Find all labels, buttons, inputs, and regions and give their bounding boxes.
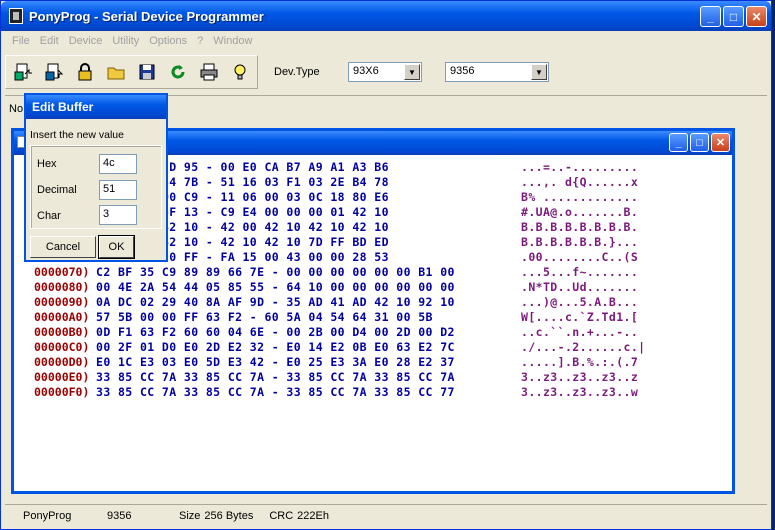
child-maximize-button[interactable]: □ — [690, 133, 709, 152]
device-model-select[interactable]: 9356 ▼ — [445, 62, 549, 82]
app-icon — [9, 8, 23, 24]
hex-bytes[interactable]: E0 1C E3 03 E0 5D E3 42 - E0 25 E3 3A E0… — [96, 355, 455, 369]
hex-row[interactable]: 0000090) 0A DC 02 29 40 8A AF 9D - 35 AD … — [14, 295, 732, 310]
open-device-icon[interactable] — [8, 58, 38, 86]
minimize-button[interactable]: _ — [700, 6, 721, 27]
hex-ascii[interactable]: ...)@...5.A.B... — [521, 295, 638, 309]
hint-bulb-icon[interactable] — [225, 58, 255, 86]
hex-bytes[interactable]: 57 5B 00 00 FF 63 F2 - 60 5A 04 54 64 31… — [96, 310, 433, 324]
main-window: PonyProg - Serial Device Programmer _ □ … — [0, 0, 772, 530]
ok-button[interactable]: OK — [98, 235, 135, 259]
device-family-select[interactable]: 93X6 ▼ — [348, 62, 422, 82]
hex-bytes[interactable]: 0D F1 63 F2 60 60 04 6E - 00 2B 00 D4 00… — [96, 325, 455, 339]
hex-address: 00000B0) — [34, 325, 90, 339]
hex-label: Hex — [37, 158, 57, 170]
hex-ascii[interactable]: 3..z3..z3..z3..z — [521, 370, 638, 384]
menu-help[interactable]: ? — [192, 35, 208, 47]
chevron-down-icon[interactable]: ▼ — [531, 64, 547, 80]
hex-bytes[interactable]: 33 85 CC 7A 33 85 CC 7A - 33 85 CC 7A 33… — [96, 370, 455, 384]
dialog-title[interactable]: Edit Buffer — [26, 95, 166, 119]
maximize-button[interactable]: □ — [723, 6, 744, 27]
status-bar: PonyProg 9356 Size 256 Bytes CRC 222Eh — [5, 504, 767, 526]
hex-bytes[interactable]: C2 BF 35 C9 89 89 66 7E - 00 00 00 00 00… — [96, 265, 455, 279]
hex-bytes[interactable]: 33 85 CC 7A 33 85 CC 7A - 33 85 CC 7A 33… — [96, 385, 455, 399]
background-info-text: No — [9, 103, 24, 115]
value-fields: Hex 4c Decimal 51 Char 3 — [30, 145, 162, 229]
hex-row[interactable]: 0000080) 00 4E 2A 54 44 05 85 55 - 64 10 … — [14, 280, 732, 295]
hex-row[interactable]: 00000C0) 00 2F 01 D0 E0 2D E2 32 - E0 14 … — [14, 340, 732, 355]
menu-edit[interactable]: Edit — [35, 35, 64, 47]
hex-bytes[interactable]: 00 4E 2A 54 44 05 85 55 - 64 10 00 00 00… — [96, 280, 455, 294]
hex-ascii[interactable]: B% ............. — [521, 190, 638, 204]
hex-bytes[interactable]: 0A DC 02 29 40 8A AF 9D - 35 AD 41 AD 42… — [96, 295, 455, 309]
char-input[interactable]: 3 — [99, 205, 137, 225]
hex-row[interactable]: 00000B0) 0D F1 63 F2 60 60 04 6E - 00 2B … — [14, 325, 732, 340]
hex-ascii[interactable]: .....].B.%.:.(.7 — [521, 355, 638, 369]
hex-ascii[interactable]: W[....c.`Z.Td1.[ — [521, 310, 638, 324]
status-crc-label: CRC — [269, 509, 294, 522]
title-bar[interactable]: PonyProg - Serial Device Programmer _ □ … — [1, 1, 771, 31]
device-family-value: 93X6 — [353, 65, 379, 77]
status-app: PonyProg — [23, 509, 72, 522]
save-device-icon[interactable] — [39, 58, 69, 86]
status-size-label: Size — [179, 509, 201, 522]
hex-row[interactable]: 00000A0) 57 5B 00 00 FF 63 F2 - 60 5A 04 … — [14, 310, 732, 325]
menu-bar: File Edit Device Utility Options ? Windo… — [1, 31, 771, 51]
hex-address: 0000070) — [34, 265, 90, 279]
hex-ascii[interactable]: B.B.B.B.B.B.B.B. — [521, 220, 638, 234]
window-title: PonyProg - Serial Device Programmer — [29, 8, 264, 24]
menu-device[interactable]: Device — [64, 35, 108, 47]
char-label: Char — [37, 210, 61, 222]
status-device: 9356 — [107, 509, 132, 522]
hex-address: 00000A0) — [34, 310, 90, 324]
menu-file[interactable]: File — [7, 35, 35, 47]
close-button[interactable]: ✕ — [746, 6, 767, 27]
hex-ascii[interactable]: ..c.``.n.+...-.. — [521, 325, 638, 339]
status-size-value: 256 Bytes — [204, 509, 254, 522]
hex-row[interactable]: 00000D0) E0 1C E3 03 E0 5D E3 42 - E0 25 … — [14, 355, 732, 370]
menu-options[interactable]: Options — [144, 35, 192, 47]
hex-address: 0000090) — [34, 295, 90, 309]
print-icon[interactable] — [194, 58, 224, 86]
cancel-button[interactable]: Cancel — [30, 236, 96, 258]
dev-type-label: Dev.Type — [274, 66, 320, 78]
hex-row[interactable]: 00000E0) 33 85 CC 7A 33 85 CC 7A - 33 85 … — [14, 370, 732, 385]
hex-row[interactable]: 00000F0) 33 85 CC 7A 33 85 CC 7A - 33 85 … — [14, 385, 732, 400]
hex-ascii[interactable]: #.UA@.o.......B. — [521, 205, 638, 219]
device-model-value: 9356 — [450, 65, 475, 77]
hex-ascii[interactable]: 3..z3..z3..z3..w — [521, 385, 638, 399]
hex-bytes[interactable]: 00 2F 01 D0 E0 2D E2 32 - E0 14 E2 0B E0… — [96, 340, 455, 354]
open-folder-icon[interactable] — [101, 58, 131, 86]
hex-ascii[interactable]: ./...-.2......c.| — [521, 340, 646, 354]
hex-address: 00000F0) — [34, 385, 90, 399]
hex-input[interactable]: 4c — [99, 154, 137, 174]
reload-icon[interactable] — [163, 58, 193, 86]
hex-row[interactable]: 0000070) C2 BF 35 C9 89 89 66 7E - 00 00 … — [14, 265, 732, 280]
menu-window[interactable]: Window — [208, 35, 257, 47]
status-crc-value: 222Eh — [297, 509, 329, 522]
hex-address: 00000E0) — [34, 370, 90, 384]
hex-ascii[interactable]: ...5...f~....... — [521, 265, 638, 279]
lock-icon[interactable] — [70, 58, 100, 86]
hex-address: 00000C0) — [34, 340, 90, 354]
child-minimize-button[interactable]: _ — [669, 133, 688, 152]
decimal-label: Decimal — [37, 184, 77, 196]
chevron-down-icon[interactable]: ▼ — [404, 64, 420, 80]
hex-ascii[interactable]: B.B.B.B.B.B.}... — [521, 235, 638, 249]
hex-address: 0000080) — [34, 280, 90, 294]
dialog-prompt: Insert the new value — [30, 129, 124, 141]
hex-ascii[interactable]: ...,. d{Q......x — [521, 175, 638, 189]
save-disk-icon[interactable] — [132, 58, 162, 86]
menu-utility[interactable]: Utility — [107, 35, 144, 47]
edit-buffer-dialog: Edit Buffer Insert the new value Hex 4c … — [24, 93, 168, 262]
hex-ascii[interactable]: .N*TD..Ud....... — [521, 280, 638, 294]
hex-address: 00000D0) — [34, 355, 90, 369]
child-close-button[interactable]: ✕ — [711, 133, 730, 152]
decimal-input[interactable]: 51 — [99, 180, 137, 200]
hex-ascii[interactable]: ...=..-......... — [521, 160, 638, 174]
hex-ascii[interactable]: .00........C..(S — [521, 250, 638, 264]
